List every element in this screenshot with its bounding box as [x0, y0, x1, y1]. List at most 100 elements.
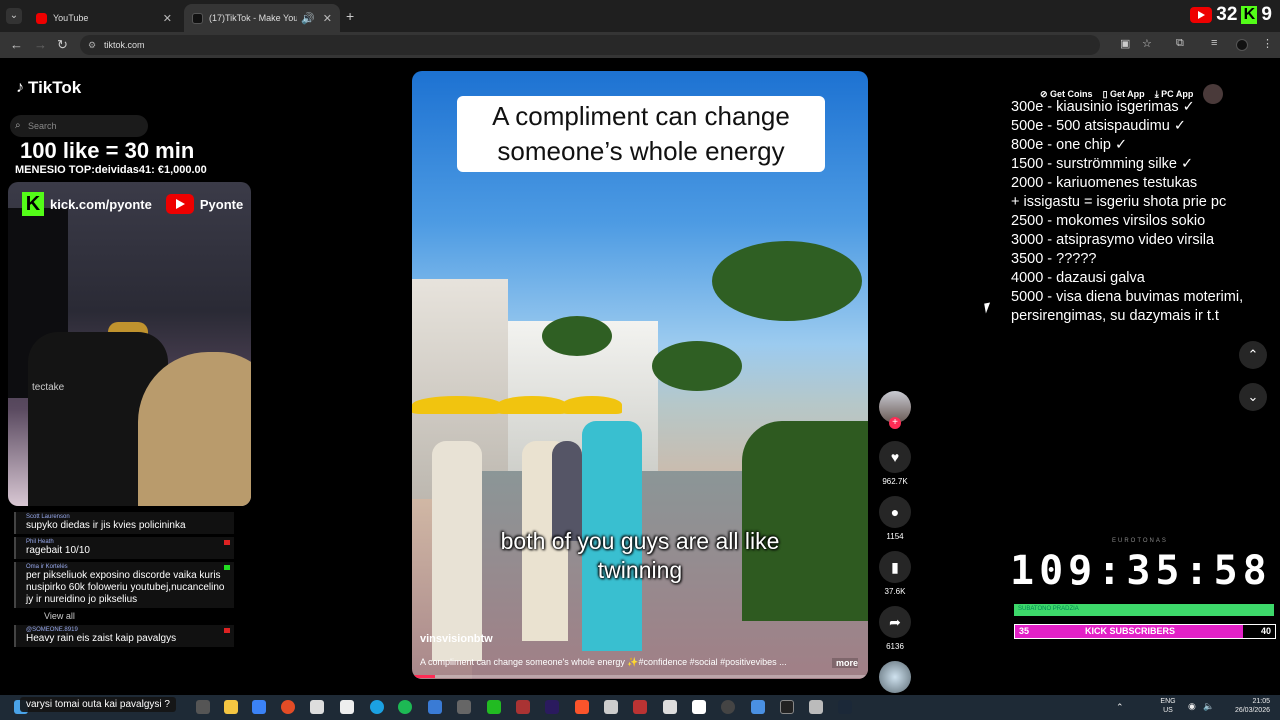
chat-message: @SOMEONE.8919 Heavy rain eis zaist kaip … — [14, 625, 234, 647]
share-count: 6136 — [886, 642, 904, 651]
comment-action[interactable]: ● 1154 — [876, 496, 914, 541]
spotify-icon[interactable] — [398, 700, 412, 714]
umbrella — [497, 396, 567, 414]
steam-icon[interactable] — [838, 700, 852, 714]
person — [552, 441, 582, 541]
bookmark-star-icon[interactable]: ☆ — [1142, 37, 1152, 50]
share-action[interactable]: ➦ 6136 — [876, 606, 914, 651]
palm-tree — [652, 341, 742, 391]
kick-icon: K — [22, 192, 44, 216]
chat-message: Scott Laurenson supyko diedas ir jis kvi… — [14, 512, 234, 534]
share-icon[interactable]: ➦ — [879, 606, 911, 638]
kick-link: kick.com/pyonte — [50, 196, 152, 212]
video-player[interactable]: A compliment can change someone’s whole … — [412, 71, 868, 679]
speaker-icon[interactable]: 🔊 — [301, 12, 315, 25]
tray-chevron-icon[interactable]: ⌃ — [1116, 702, 1124, 713]
webcam-streamer — [138, 352, 251, 506]
chrome-icon[interactable] — [281, 700, 295, 714]
taskbar-app-icon[interactable] — [516, 700, 530, 714]
region-indicator: US — [1163, 707, 1173, 714]
tab-bar: ⌄ YouTube ✕ (17)TikTok - Make Your Day 🔊… — [0, 0, 1280, 32]
install-app-icon[interactable]: ▣ — [1120, 37, 1130, 50]
brave-icon[interactable] — [575, 700, 589, 714]
address-bar: ← → ↻ ⚙ tiktok.com ▣ ☆ ⧉ ≡ ⋮ — [0, 32, 1280, 58]
timer-label: EUROTONAS — [1112, 538, 1168, 544]
windows-taskbar: ⌃ ENG US ◉ 🔈 21:05 26/03/2026 — [0, 695, 1280, 720]
previous-video-button[interactable]: ⌃ — [1239, 341, 1267, 369]
comment-icon[interactable]: ● — [879, 496, 911, 528]
like-count: 962.7K — [882, 477, 908, 486]
follow-plus-icon[interactable]: + — [889, 417, 901, 429]
chat-text: ragebait 10/10 — [26, 545, 90, 556]
tab-youtube[interactable]: YouTube ✕ — [28, 4, 180, 32]
taskbar-app-icon[interactable] — [457, 700, 471, 714]
close-tab-icon[interactable]: ✕ — [163, 12, 172, 25]
next-video-button[interactable]: ⌄ — [1239, 383, 1267, 411]
taskbar-app-icon[interactable] — [252, 700, 266, 714]
goal-item: 4000 - dazausi galva — [1011, 270, 1145, 286]
search-input[interactable]: ⌕ Search — [10, 115, 148, 137]
get-app-label: Get App — [1110, 88, 1145, 99]
taskbar-app-icon[interactable] — [487, 700, 501, 714]
url-text: tiktok.com — [104, 40, 145, 50]
goal-item: persirengimas, su dazymais ir t.t — [1011, 308, 1219, 324]
menu-dots-icon[interactable]: ⋮ — [1262, 37, 1273, 50]
kick-icon: K — [1241, 6, 1258, 24]
bookmark-icon[interactable]: ▮ — [879, 551, 911, 583]
taskbar-app-icon[interactable] — [196, 700, 210, 714]
description-text: A compliment can change someone's whole … — [420, 657, 787, 667]
tab-search-button[interactable]: ⌄ — [6, 8, 22, 24]
media-controls-icon[interactable]: ≡ — [1211, 37, 1217, 49]
profile-avatar[interactable] — [1236, 39, 1248, 51]
language-indicator[interactable]: ENG — [1158, 698, 1178, 705]
taskbar-app-icon[interactable] — [692, 700, 706, 714]
file-explorer-icon[interactable] — [224, 700, 238, 714]
new-tab-button[interactable]: + — [346, 8, 354, 24]
reload-icon[interactable]: ↻ — [57, 37, 68, 53]
taskbar-app-icon[interactable] — [428, 700, 442, 714]
hedge — [742, 421, 868, 621]
subathon-timer: 109:35:58 — [1010, 548, 1272, 594]
goal-item: 500e - 500 atsispaudimu ✓ — [1011, 118, 1186, 134]
taskbar-app-icon[interactable] — [604, 700, 618, 714]
taskbar-app-icon[interactable] — [310, 700, 324, 714]
youtube-count: 32 — [1216, 4, 1238, 25]
taskbar-app-icon[interactable] — [751, 700, 765, 714]
view-all-link[interactable]: View all — [44, 611, 234, 621]
premiere-icon[interactable] — [545, 700, 559, 714]
volume-icon[interactable]: 🔈 — [1203, 701, 1214, 712]
goal-item: 2000 - kariuomenes testukas — [1011, 175, 1198, 191]
video-description: A compliment can change someone's whole … — [420, 657, 860, 668]
comment-count: 1154 — [886, 532, 904, 541]
webcam-banner: K kick.com/pyonte Pyonte — [8, 182, 251, 226]
close-tab-icon[interactable]: ✕ — [323, 12, 332, 25]
clock-time[interactable]: 21:05 — [1220, 698, 1270, 705]
extensions-icon[interactable]: ⧉ — [1176, 37, 1184, 50]
more-button[interactable]: more — [831, 658, 858, 668]
terminal-icon[interactable] — [780, 700, 794, 714]
video-author[interactable]: vinsvisionbtw — [420, 633, 493, 645]
forward-icon[interactable]: → — [34, 37, 47, 52]
site-info-icon[interactable]: ⚙ — [88, 35, 96, 55]
network-icon[interactable]: ◉ — [1188, 701, 1196, 712]
back-icon[interactable]: ← — [10, 37, 23, 52]
video-subtitle: both of you guys are all like twinning — [412, 527, 868, 585]
chat-badge-icon — [224, 565, 230, 570]
creator-avatar[interactable]: + — [879, 391, 911, 429]
steam-like-icon[interactable] — [721, 700, 735, 714]
tiktok-logo[interactable]: ♪ TikTok — [16, 78, 81, 98]
subathon-label: SUBATONO PRADZIA — [1018, 606, 1079, 612]
heart-icon[interactable]: ♥ — [879, 441, 911, 473]
taskbar-app-icon[interactable] — [809, 700, 823, 714]
taskbar-app-icon[interactable] — [340, 700, 354, 714]
save-action[interactable]: ▮ 37.6K — [876, 551, 914, 596]
edge-icon[interactable] — [370, 700, 384, 714]
taskbar-app-icon[interactable] — [633, 700, 647, 714]
tab-tiktok[interactable]: (17)TikTok - Make Your Day 🔊 ✕ — [184, 4, 340, 32]
like-action[interactable]: ♥ 962.7K — [876, 441, 914, 486]
video-progress-bar[interactable] — [412, 675, 868, 678]
music-disc-icon[interactable] — [879, 661, 911, 693]
taskbar-app-icon[interactable] — [663, 700, 677, 714]
url-field[interactable]: ⚙ tiktok.com — [80, 35, 1100, 55]
tab-title: YouTube — [53, 13, 89, 23]
